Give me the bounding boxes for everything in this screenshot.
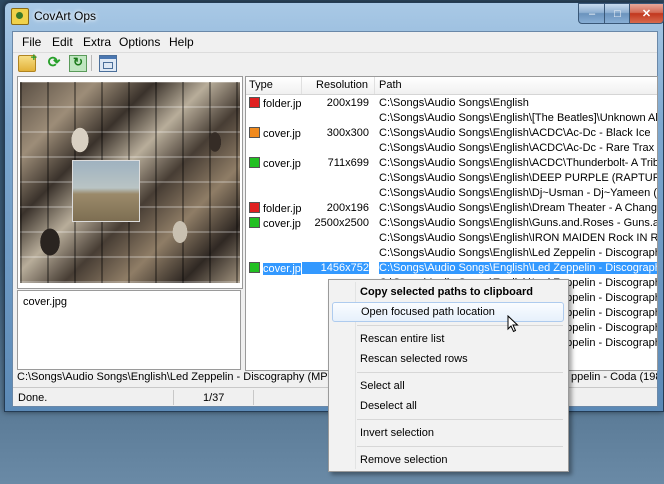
context-menu-item[interactable]: Rescan entire list: [332, 329, 564, 349]
status-separator: [253, 390, 254, 405]
cell-path: C:\Songs\Audio Songs\English\Dj~Usman - …: [379, 187, 657, 199]
preview-filename: cover.jpg: [23, 296, 68, 308]
status-swatch-icon: [249, 127, 260, 138]
status-swatch-icon: [249, 202, 260, 213]
context-menu-item[interactable]: Invert selection: [332, 423, 564, 443]
cell-path: C:\Songs\Audio Songs\English\ACDC\Thunde…: [379, 157, 657, 169]
rescan-selected-icon[interactable]: ↻: [69, 55, 87, 72]
window-icon[interactable]: [99, 55, 117, 72]
context-menu-item[interactable]: Select all: [332, 376, 564, 396]
add-folder-icon[interactable]: [18, 52, 37, 72]
title-bar[interactable]: CovArt Ops – □ ✕: [5, 3, 664, 29]
cell-path: C:\Songs\Audio Songs\English\ACDC\Ac-Dc …: [379, 127, 651, 139]
mouse-cursor-icon: [507, 315, 519, 333]
toolbar: ⟳ ↻: [13, 52, 657, 73]
filename-box: cover.jpg: [17, 290, 241, 370]
cell-path: C:\Songs\Audio Songs\English\ACDC\Ac-Dc …: [379, 142, 655, 154]
maximize-button[interactable]: □: [604, 3, 631, 24]
cell-path: C:\Songs\Audio Songs\English\DEEP PURPLE…: [379, 172, 657, 184]
table-row[interactable]: C:\Songs\Audio Songs\English\DEEP PURPLE…: [246, 171, 657, 186]
status-text: Done.: [18, 392, 48, 404]
table-row[interactable]: folder.jpg 200x199 C:\Songs\Audio Songs\En…: [246, 96, 657, 111]
cell-type-text: folder.jpg: [263, 98, 301, 110]
table-row[interactable]: cover.jpg 2500x2500 C:\Songs\Audio Songs\E…: [246, 216, 657, 231]
table-row[interactable]: folder.jpg 200x196 C:\Songs\Audio Songs\En…: [246, 201, 657, 216]
table-row[interactable]: C:\Songs\Audio Songs\English\[The Beatle…: [246, 111, 657, 126]
table-row[interactable]: cover.jpg 711x699 C:\Songs\Audio Songs\Eng…: [246, 156, 657, 171]
cell-resolution: 2500x2500: [314, 217, 369, 229]
menu-edit[interactable]: Edit: [52, 35, 73, 49]
menu-options[interactable]: Options: [119, 35, 160, 49]
cell-type-text: cover.jpg: [263, 218, 301, 230]
status-separator: [173, 390, 174, 405]
column-resolution[interactable]: Resolution: [302, 77, 375, 94]
column-type[interactable]: Type: [246, 77, 302, 94]
context-menu-item[interactable]: Open focused path location: [332, 302, 564, 322]
cover-art-image: [20, 82, 240, 283]
status-swatch-icon: [249, 262, 260, 273]
cell-type: cover.jpg: [249, 157, 301, 170]
cell-resolution: 1456x752: [302, 262, 369, 274]
cell-path: C:\Songs\Audio Songs\English\IRON MAIDEN…: [379, 232, 657, 244]
cell-type: cover.jpg: [249, 217, 301, 230]
menu-extra[interactable]: Extra: [83, 35, 111, 49]
context-menu-item[interactable]: Copy selected paths to clipboard: [332, 282, 564, 302]
menu-separator: [357, 372, 563, 373]
cell-type-text: folder.jpg: [263, 203, 301, 215]
close-button[interactable]: ✕: [629, 3, 664, 24]
rescan-icon[interactable]: ⟳: [46, 55, 62, 70]
table-row[interactable]: C:\Songs\Audio Songs\English\Dj~Usman - …: [246, 186, 657, 201]
cell-resolution: 200x196: [326, 202, 369, 214]
cell-type: folder.jpg: [249, 97, 301, 110]
cell-path: C:\Songs\Audio Songs\English\Led Zeppeli…: [379, 262, 657, 274]
context-menu-item[interactable]: Remove selection: [332, 450, 564, 470]
status-swatch-icon: [249, 217, 260, 228]
column-path[interactable]: Path: [375, 77, 657, 94]
cell-type-text: cover.jpg: [263, 128, 301, 140]
context-menu-item[interactable]: Deselect all: [332, 396, 564, 416]
status-count: 1/37: [203, 392, 225, 404]
app-icon: [11, 8, 29, 25]
table-row[interactable]: C:\Songs\Audio Songs\English\IRON MAIDEN…: [246, 231, 657, 246]
cell-path: C:\Songs\Audio Songs\English: [379, 97, 529, 109]
table-row[interactable]: cover.jpg 300x300 C:\Songs\Audio Songs\Eng…: [246, 126, 657, 141]
cell-path: C:\Songs\Audio Songs\English\Dream Theat…: [379, 202, 657, 214]
table-row[interactable]: C:\Songs\Audio Songs\English\Led Zeppeli…: [246, 246, 657, 261]
list-header: Type Resolution Path: [246, 77, 657, 95]
cell-type: cover.jpg: [249, 127, 301, 140]
cell-type-text: cover.jpg: [263, 263, 301, 275]
menu-file[interactable]: File: [22, 35, 41, 49]
toolbar-separator: [91, 55, 92, 71]
cell-path: C:\Songs\Audio Songs\English\Guns.and.Ro…: [379, 217, 657, 229]
cell-path: C:\Songs\Audio Songs\English\[The Beatle…: [379, 112, 657, 124]
menu-bar: File Edit Extra Options Help: [13, 32, 657, 51]
cell-resolution: 200x199: [326, 97, 369, 109]
status-swatch-icon: [249, 97, 260, 108]
cell-type: folder.jpg: [249, 202, 301, 215]
table-row[interactable]: cover.jpg1456x752 C:\Songs\Audio Songs\En…: [246, 261, 657, 276]
full-path-right: ppelin - Coda (1982): [571, 371, 657, 383]
menu-separator: [357, 446, 563, 447]
window-title: CovArt Ops: [34, 9, 97, 23]
table-row[interactable]: C:\Songs\Audio Songs\English\ACDC\Ac-Dc …: [246, 141, 657, 156]
context-menu: Copy selected paths to clipboard Open foc…: [328, 279, 569, 472]
cell-resolution: 711x699: [327, 157, 369, 169]
menu-help[interactable]: Help: [169, 35, 194, 49]
status-swatch-icon: [249, 157, 260, 168]
cell-type: cover.jpg: [249, 262, 301, 275]
cell-path: C:\Songs\Audio Songs\English\Led Zeppeli…: [379, 247, 657, 259]
context-menu-item[interactable]: Rescan selected rows: [332, 349, 564, 369]
cover-preview: [17, 76, 243, 289]
cell-resolution: 300x300: [326, 127, 369, 139]
cell-type-text: cover.jpg: [263, 158, 301, 170]
minimize-button[interactable]: –: [578, 3, 606, 24]
menu-separator: [357, 325, 563, 326]
menu-separator: [357, 419, 563, 420]
